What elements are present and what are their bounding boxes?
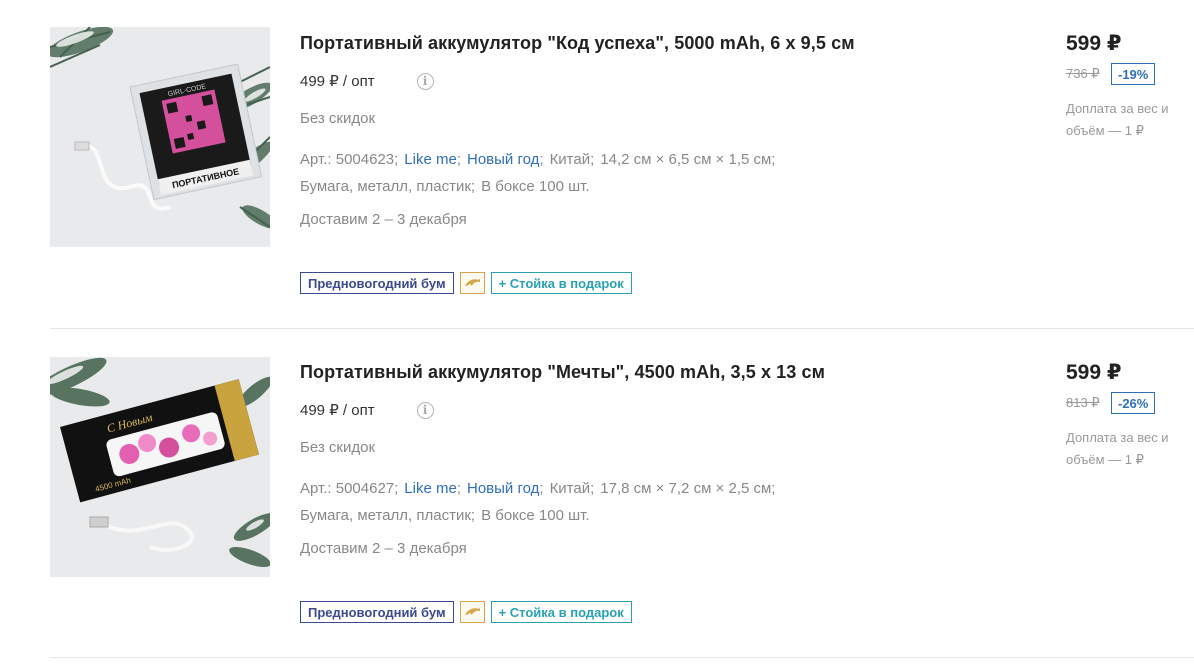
info-icon[interactable]: i bbox=[416, 72, 434, 90]
info-icon[interactable]: i bbox=[416, 401, 434, 419]
category-link[interactable]: Новый год bbox=[467, 151, 539, 168]
article-number: Арт.: 5004627; bbox=[300, 480, 399, 497]
promo-badge[interactable]: Предновогодний бум bbox=[300, 272, 454, 294]
old-price-row: 736 ₽ -19% bbox=[1066, 63, 1156, 85]
delivery-date: Доставим 2 – 3 декабря bbox=[300, 211, 467, 228]
product-list: ПОРТАТИВНОЕ GIRL-CODE Портативный аккуму… bbox=[0, 0, 1194, 667]
wholesale-price: 499 ₽ / опт i bbox=[300, 72, 434, 90]
product-info: Портативный аккумулятор "Код успеха", 50… bbox=[300, 0, 1020, 328]
materials: Бумага, металл, пластик; bbox=[300, 507, 476, 524]
wholesale-price-text: 499 ₽ / опт bbox=[300, 402, 375, 419]
old-price: 813 ₽ bbox=[1066, 395, 1100, 410]
product-card: С Новым 4500 mAh Портативный аккумулятор… bbox=[50, 329, 1194, 658]
dolphin-icon bbox=[464, 278, 480, 286]
product-image[interactable]: С Новым 4500 mAh bbox=[50, 357, 270, 577]
country: Китай; bbox=[549, 151, 595, 168]
product-image[interactable]: ПОРТАТИВНОЕ GIRL-CODE bbox=[50, 27, 270, 247]
product-title[interactable]: Портативный аккумулятор "Мечты", 4500 mA… bbox=[300, 362, 825, 383]
gift-badge[interactable]: + Стойка в подарок bbox=[490, 601, 632, 623]
category-link[interactable]: Новый год bbox=[467, 480, 539, 497]
old-price-row: 813 ₽ -26% bbox=[1066, 392, 1156, 414]
wholesale-price-text: 499 ₽ / опт bbox=[300, 73, 375, 90]
discount-note: Без скидок bbox=[300, 439, 375, 456]
gift-badge[interactable]: + Стойка в подарок bbox=[490, 272, 632, 294]
surcharge-note: Доплата за вес и объём — 1 ₽ bbox=[1066, 430, 1169, 467]
surcharge-note: Доплата за вес и объём — 1 ₽ bbox=[1066, 101, 1169, 138]
brand-link[interactable]: Like me bbox=[404, 480, 457, 497]
discount-badge: -19% bbox=[1111, 63, 1156, 85]
dolphin-badge[interactable] bbox=[459, 272, 485, 294]
product-card: ПОРТАТИВНОЕ GIRL-CODE Портативный аккуму… bbox=[50, 0, 1194, 329]
product-specs: Арт.: 5004627; Like me; Новый год; Китай; 17… bbox=[300, 480, 776, 524]
dolphin-icon bbox=[464, 607, 480, 615]
product-specs: Арт.: 5004623; Like me; Новый год; Китай; 14… bbox=[300, 151, 776, 195]
product-title[interactable]: Портативный аккумулятор "Код успеха", 50… bbox=[300, 33, 855, 54]
box-qty: В боксе 100 шт. bbox=[481, 178, 590, 195]
materials: Бумага, металл, пластик; bbox=[300, 178, 476, 195]
wholesale-price: 499 ₽ / опт i bbox=[300, 401, 434, 419]
promo-badge[interactable]: Предновогодний бум bbox=[300, 601, 454, 623]
article-number: Арт.: 5004623; bbox=[300, 151, 399, 168]
price: 599 ₽ bbox=[1066, 361, 1122, 384]
box-qty: В боксе 100 шт. bbox=[481, 507, 590, 524]
old-price: 736 ₽ bbox=[1066, 66, 1100, 81]
dolphin-badge[interactable] bbox=[459, 601, 485, 623]
badge-row: Предновогодний бум + Стойка в подарок bbox=[300, 601, 632, 623]
country: Китай; bbox=[549, 480, 595, 497]
discount-note: Без скидок bbox=[300, 110, 375, 127]
price: 599 ₽ bbox=[1066, 32, 1122, 55]
delivery-date: Доставим 2 – 3 декабря bbox=[300, 540, 467, 557]
product-info: Портативный аккумулятор "Мечты", 4500 mA… bbox=[300, 329, 1020, 657]
dimensions: 17,8 см × 7,2 см × 2,5 см; bbox=[600, 480, 776, 497]
discount-badge: -26% bbox=[1111, 392, 1156, 414]
brand-link[interactable]: Like me bbox=[404, 151, 457, 168]
dimensions: 14,2 см × 6,5 см × 1,5 см; bbox=[600, 151, 776, 168]
badge-row: Предновогодний бум + Стойка в подарок bbox=[300, 272, 632, 294]
